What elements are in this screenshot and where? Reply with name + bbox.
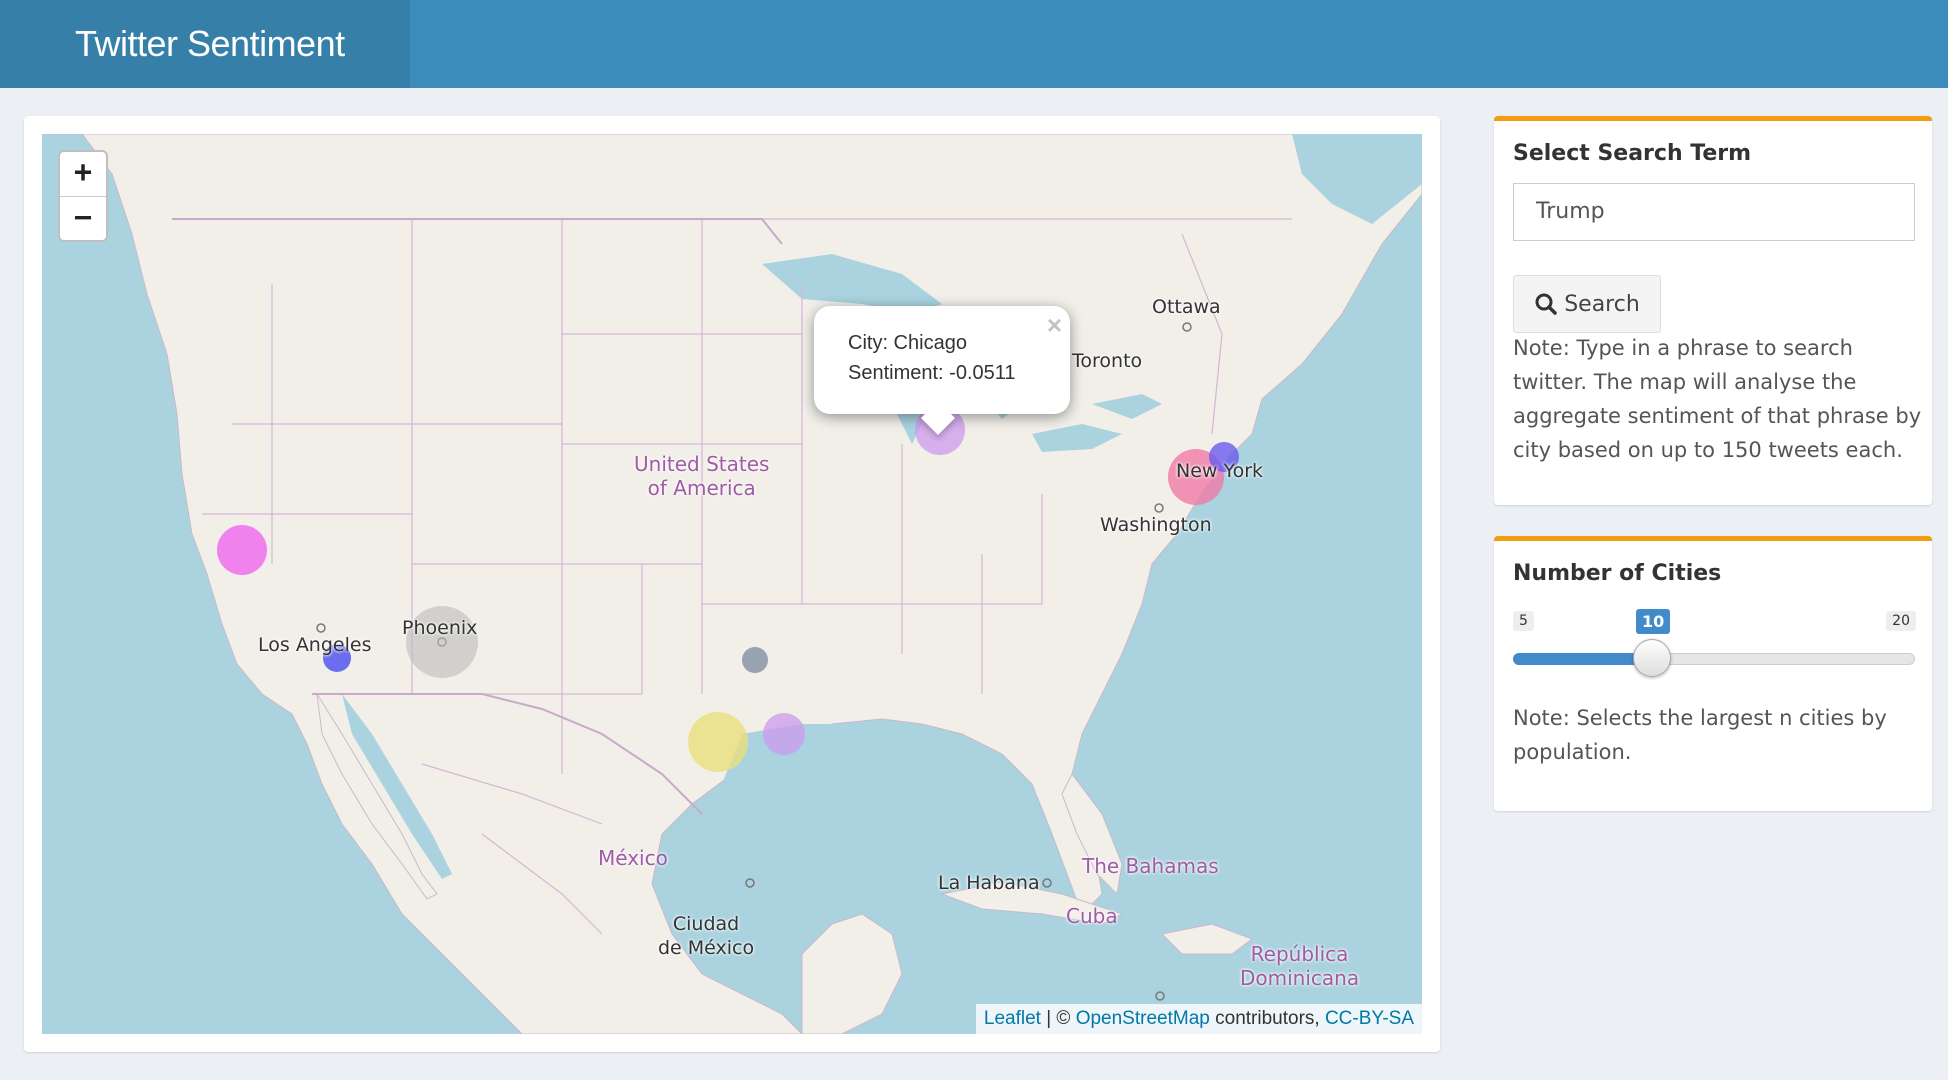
map-label-dominicana: República Dominicana [1240,942,1359,990]
search-panel: Select Search Term Trump Search Note: Ty… [1494,116,1932,505]
popup-close-button[interactable]: × [1047,310,1062,341]
map-label-dominicana-line1: República [1250,942,1349,966]
map-label-ciudad-line1: Ciudad [672,913,740,935]
map-label-ottawa: Ottawa [1152,296,1221,318]
marker-dallas[interactable] [742,647,768,673]
search-button[interactable]: Search [1513,275,1661,333]
slider-max-label: 20 [1886,611,1916,631]
search-button-label: Search [1564,291,1640,317]
license-link[interactable]: CC-BY-SA [1325,1008,1414,1029]
search-icon [1535,293,1557,315]
map-label-new-york: New York [1176,460,1264,482]
marker-san-francisco[interactable] [217,525,267,575]
app-header: Twitter Sentiment [0,0,1948,88]
map-label-phoenix: Phoenix [402,617,478,639]
cities-panel-title: Number of Cities [1513,561,1722,586]
marker-san-antonio[interactable] [688,712,748,772]
map-label-usa: United States of America [634,452,769,500]
marker-houston[interactable] [763,713,805,755]
attribution-sep: | © [1040,1008,1076,1029]
map-label-los-angeles: Los Angeles [258,634,372,656]
map-label-usa-line2: of America [647,476,756,500]
map-label-bahamas: The Bahamas [1082,854,1219,878]
cities-note: Note: Selects the largest n cities by po… [1513,706,1887,764]
map-label-la-habana: La Habana [938,872,1040,894]
map-tiles [42,134,1422,1034]
slider-fill [1513,653,1653,665]
popup-city: City: Chicago [848,332,967,354]
leaflet-map[interactable]: + − Ottawa Toronto United States of Amer… [42,134,1422,1034]
map-label-toronto: Toronto [1072,350,1143,372]
marker-popup: × City: Chicago Sentiment: -0.0511 [814,306,1070,435]
map-label-mexico: México [598,846,668,870]
search-input[interactable]: Trump [1513,183,1915,241]
search-note: Note: Type in a phrase to search twitter… [1513,336,1922,462]
zoom-in-button[interactable]: + [60,152,106,197]
map-label-washington: Washington [1100,514,1212,536]
zoom-control: + − [58,150,108,242]
popup-sentiment: Sentiment: -0.0511 [848,362,1016,384]
app-title: Twitter Sentiment [0,0,410,88]
map-attribution: Leaflet | © OpenStreetMap contributors, … [975,1004,1422,1034]
zoom-out-button[interactable]: − [60,197,106,241]
slider-value-label: 10 [1636,609,1671,634]
map-label-cuba: Cuba [1066,904,1118,928]
map-label-usa-line1: United States [634,452,770,476]
map-label-ciudad-de-mexico: Ciudad de México [658,912,754,960]
cities-panel: Number of Cities 5 10 20 Note: Selects t… [1494,536,1932,811]
search-panel-title: Select Search Term [1513,141,1752,166]
attribution-contrib: contributors, [1209,1008,1325,1029]
map-label-ciudad-line2: de México [658,937,755,959]
osm-link[interactable]: OpenStreetMap [1076,1008,1210,1029]
slider-handle[interactable] [1633,639,1671,677]
slider-min-label: 5 [1513,611,1534,631]
map-label-dominicana-line2: Dominicana [1240,966,1360,990]
leaflet-link[interactable]: Leaflet [984,1008,1041,1029]
